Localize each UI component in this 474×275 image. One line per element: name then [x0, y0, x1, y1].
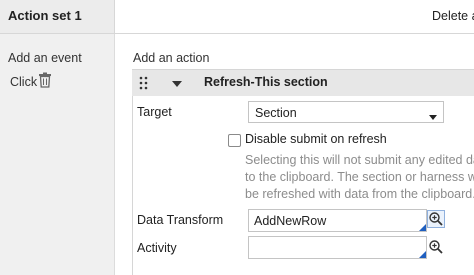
triangle-down-icon[interactable] [172, 78, 182, 87]
disable-submit-label: Disable submit on refresh [245, 132, 387, 146]
add-action-link[interactable]: Add an action [133, 51, 209, 65]
event-item-click[interactable]: Click [10, 75, 37, 89]
action-set-header: Action set 1 Delete a [0, 0, 474, 34]
action-set-title: Action set 1 [8, 8, 82, 23]
disable-submit-help-text: Selecting this will not submit any edite… [245, 152, 474, 203]
drag-handle-icon[interactable] [139, 76, 149, 90]
zoom-in-icon[interactable] [427, 210, 445, 228]
target-label: Target [137, 105, 172, 119]
data-transform-input[interactable]: AddNewRow [248, 209, 427, 232]
help-line: Selecting this will not submit any edite… [245, 153, 474, 167]
activity-label: Activity [137, 241, 177, 255]
trash-icon[interactable] [38, 72, 52, 88]
action-set-title-cell: Action set 1 [0, 0, 115, 33]
action-title: Refresh-This section [204, 75, 328, 89]
target-select-value: Section [255, 106, 297, 120]
data-transform-label: Data Transform [137, 213, 224, 227]
action-header: Refresh-This section [132, 69, 474, 98]
help-line: to the clipboard. The section or harness… [245, 170, 474, 184]
autocomplete-corner-icon [419, 251, 426, 258]
activity-input[interactable] [248, 236, 427, 259]
help-line: be refreshed with data from the clipboar… [245, 187, 474, 201]
zoom-in-icon[interactable] [428, 239, 446, 257]
autocomplete-corner-icon [419, 224, 426, 231]
chevron-down-icon [429, 110, 437, 120]
target-select[interactable]: Section [248, 101, 444, 123]
delete-action-set-link[interactable]: Delete a [432, 9, 474, 23]
events-panel [0, 0, 115, 275]
disable-submit-checkbox[interactable] [228, 134, 241, 147]
add-event-link[interactable]: Add an event [8, 51, 82, 65]
data-transform-value: AddNewRow [254, 214, 327, 228]
